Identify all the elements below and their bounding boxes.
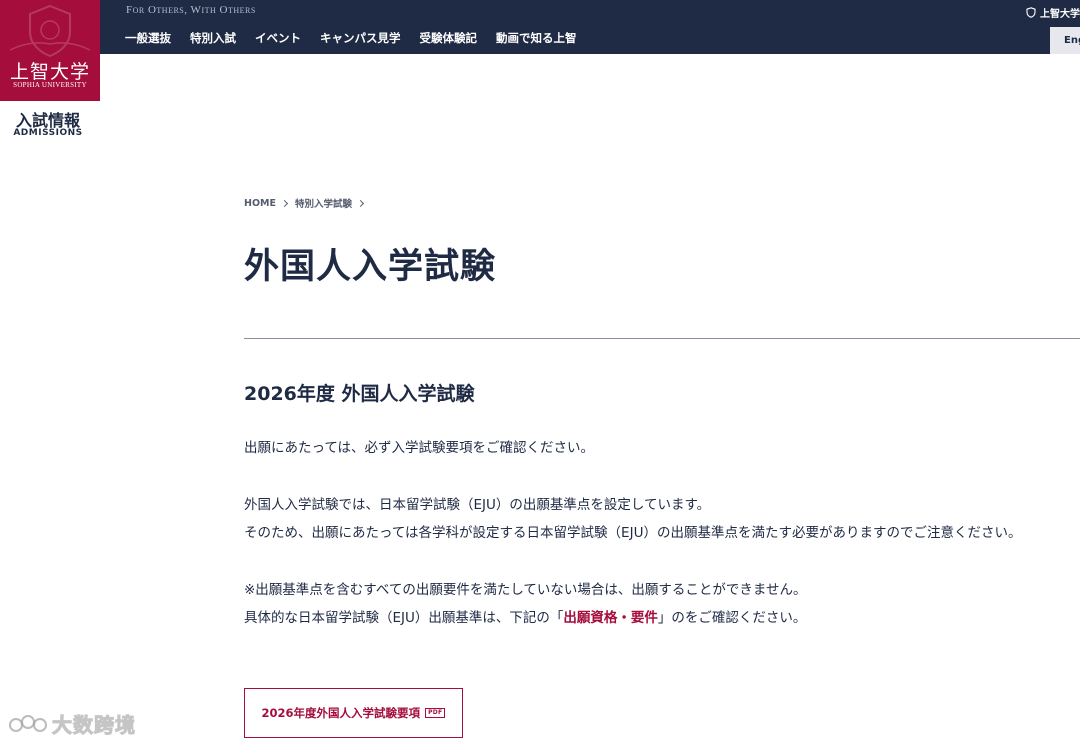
requirements-paragraph: ※出願基準点を含むすべての出願要件を満たしていない場合は、出願することができませ… xyxy=(244,576,807,632)
breadcrumb: HOME 特別入学試験 xyxy=(244,196,365,210)
logo-kanji: 上智大学 xyxy=(9,61,90,83)
watermark: 大数跨境 xyxy=(8,709,136,738)
watermark-text: 大数跨境 xyxy=(52,713,136,738)
logo-english: SOPHIA UNIVERSITY xyxy=(13,81,87,89)
nav-special-admissions[interactable]: 特別入試 xyxy=(190,30,236,46)
nav-general-selection[interactable]: 一般選抜 xyxy=(125,30,171,46)
eju-text-line1: 外国人入学試験では、日本留学試験（EJU）の出願基準点を設定しています。 xyxy=(244,497,711,513)
intro-paragraph: 出願にあたっては、必ず入学試験要項をご確認ください。 xyxy=(244,434,594,462)
breadcrumb-home[interactable]: HOME xyxy=(244,198,276,209)
crest-icon xyxy=(9,4,91,58)
page-title: 外国人入学試験 xyxy=(244,247,497,287)
top-navigation-bar: For Others, With Others 一般選抜 特別入試 イベント キ… xyxy=(0,0,1080,54)
admission-guide-pdf-button[interactable]: 2026年度外国人入学試験要項 PDF xyxy=(244,688,463,738)
shield-icon xyxy=(1026,7,1036,18)
intro-text: 出願にあたっては、必ず入学試験要項をご確認ください。 xyxy=(244,440,595,456)
title-divider xyxy=(244,338,1080,339)
eju-paragraph: 外国人入学試験では、日本留学試験（EJU）の出願基準点を設定しています。 そのた… xyxy=(244,491,1021,547)
nav-events[interactable]: イベント xyxy=(255,30,301,46)
chevron-right-icon xyxy=(280,199,289,207)
section-heading: 2026年度 外国人入学試験 xyxy=(244,383,475,405)
nav-campus-tour[interactable]: キャンパス見学 xyxy=(320,30,401,46)
nav-exam-stories[interactable]: 受験体験記 xyxy=(420,30,478,46)
nav-videos[interactable]: 動画で知る上智 xyxy=(496,30,577,46)
eju-text-line2: そのため、出願にあたっては各学科が設定する日本留学試験（EJU）の出願基準点を満… xyxy=(244,525,1022,541)
university-site-link[interactable]: 上智大学 xyxy=(1026,5,1080,20)
chevron-right-icon xyxy=(356,199,365,207)
requirements-text-line1: ※出願基準点を含むすべての出願要件を満たしていない場合は、出願することができませ… xyxy=(244,582,807,598)
english-language-button[interactable]: Eng xyxy=(1050,27,1080,54)
watermark-logo-icon xyxy=(9,714,47,732)
university-logo[interactable]: 上智大学 SOPHIA UNIVERSITY xyxy=(0,0,100,101)
admission-guide-label: 2026年度外国人入学試験要項 xyxy=(261,706,421,720)
breadcrumb-special-admissions[interactable]: 特別入学試験 xyxy=(295,196,352,210)
requirements-text-before: 具体的な日本留学試験（EJU）出願基準は、下記の「 xyxy=(244,610,564,626)
university-link-label: 上智大学 xyxy=(1040,9,1080,20)
requirements-text-after: 」のをご確認ください。 xyxy=(657,610,807,626)
site-tagline: For Others, With Others xyxy=(126,4,256,16)
eligibility-requirements-link[interactable]: 出願資格・要件 xyxy=(563,610,658,626)
pdf-icon: PDF xyxy=(425,708,446,718)
global-nav: 一般選抜 特別入試 イベント キャンパス見学 受験体験記 動画で知る上智 xyxy=(125,30,577,46)
admissions-title-en: ADMISSIONS xyxy=(13,128,83,138)
